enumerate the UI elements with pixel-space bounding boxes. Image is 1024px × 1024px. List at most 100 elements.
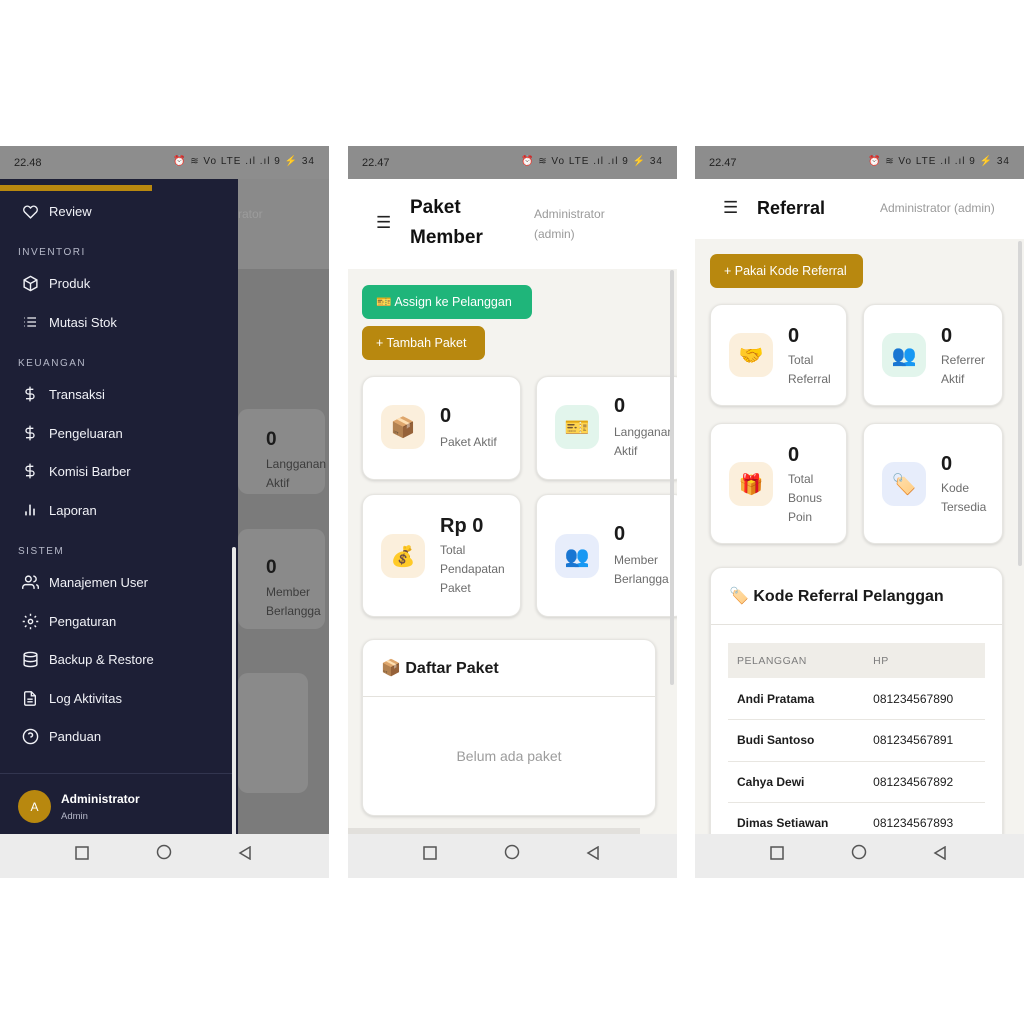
app-header: ☰ Paket Member Administrator (admin): [348, 179, 677, 269]
recents-button[interactable]: [770, 845, 784, 865]
column-header-pelanggan[interactable]: PELANGGAN: [728, 643, 865, 678]
cell-phone: 081234567892: [864, 761, 985, 803]
page-title: Member: [410, 227, 483, 248]
menu-item-pengaturan[interactable]: Pengaturan: [20, 611, 116, 631]
menu-item-label: Komisi Barber: [49, 463, 131, 479]
table-row[interactable]: Cahya Dewi 081234567892: [728, 761, 985, 803]
stat-card-referrer-aktif: 👥 0 Referrer Aktif: [863, 304, 1003, 406]
dimmed-card: [238, 673, 308, 793]
recents-button[interactable]: [75, 845, 89, 865]
menu-icon[interactable]: ☰: [723, 198, 738, 218]
stat-label: Member: [614, 553, 659, 567]
phone-screen-paket-member: 22.47 ⏰ ≋ Vo LTE .ıl .ıl 9 ⚡ 34 ☰ Paket …: [348, 146, 677, 878]
gift-icon: 🎁: [729, 462, 773, 506]
users-icon: 👥: [882, 333, 926, 377]
menu-item-mutasi-stok[interactable]: Mutasi Stok: [20, 312, 117, 332]
menu-item-produk[interactable]: Produk: [20, 273, 90, 293]
stat-label: Langganan: [614, 425, 675, 439]
back-button[interactable]: [238, 845, 252, 865]
dimmed-card-value: 0: [266, 557, 277, 578]
status-bar: 22.47 ⏰ ≋ Vo LTE .ıl .ıl 9 ⚡ 34: [695, 146, 1024, 179]
status-time: 22.47: [362, 157, 390, 169]
menu-item-laporan[interactable]: Laporan: [20, 500, 97, 520]
stat-label: Total: [788, 353, 814, 367]
table-row[interactable]: Budi Santoso 081234567891: [728, 719, 985, 762]
stat-value: 0: [788, 325, 800, 347]
dimmed-card-label: Langganan: [266, 457, 327, 471]
menu-item-label: Panduan: [49, 728, 102, 744]
active-item-strip: [0, 179, 152, 191]
section-title: 🏷️ Kode Referral Pelanggan: [729, 588, 944, 605]
menu-item-label: Log Aktivitas: [49, 690, 122, 706]
stat-label: Aktif: [614, 444, 638, 458]
home-button[interactable]: [156, 844, 172, 865]
menu-item-backup-restore[interactable]: Backup & Restore: [20, 649, 154, 669]
app-header: ☰ Referral Administrator (admin): [695, 179, 1024, 239]
drawer-divider: [0, 773, 232, 774]
stat-value: Rp 0: [440, 515, 484, 537]
menu-item-review[interactable]: Review: [20, 201, 92, 221]
back-button[interactable]: [933, 845, 947, 865]
menu-item-panduan[interactable]: Panduan: [20, 726, 101, 746]
pakai-kode-referral-button[interactable]: + Pakai Kode Referral: [710, 254, 863, 288]
menu-item-transaksi[interactable]: Transaksi: [20, 384, 105, 404]
table-header-row: PELANGGAN HP: [728, 643, 985, 678]
menu-item-log-aktivitas[interactable]: Log Aktivitas: [20, 688, 122, 708]
stat-card-langganan-aktif: 🎫 0 Langganan Aktif: [536, 376, 677, 480]
back-button[interactable]: [586, 845, 600, 865]
divider: [363, 696, 655, 697]
bar-chart-icon: [20, 500, 40, 520]
phone-screen-referral: 22.47 ⏰ ≋ Vo LTE .ıl .ıl 9 ⚡ 34 ☰ Referr…: [695, 146, 1024, 878]
money-bag-icon: 💰: [381, 534, 425, 578]
phone-screen-sidebar: 22.48 ⏰ ≋ Vo LTE .ıl .ıl 9 ⚡ 34 rator 0 …: [0, 146, 329, 878]
stat-value: 0: [941, 325, 953, 347]
stat-label: Berlangga: [614, 572, 669, 586]
header-user: Administrator (admin): [880, 201, 995, 215]
drawer-scrollbar[interactable]: [232, 547, 236, 843]
table-row[interactable]: Andi Pratama 081234567890: [728, 678, 985, 720]
column-header-hp[interactable]: HP: [864, 643, 985, 678]
assign-pelanggan-button[interactable]: 🎫 Assign ke Pelanggan: [362, 285, 532, 319]
menu-item-pengeluaran[interactable]: Pengeluaran: [20, 423, 123, 443]
menu-item-komisi-barber[interactable]: Komisi Barber: [20, 461, 131, 481]
handshake-icon: 🤝: [729, 333, 773, 377]
menu-item-label: Transaksi: [49, 386, 105, 402]
home-button[interactable]: [504, 844, 520, 865]
system-nav-bar: [0, 834, 329, 878]
stat-label: Kode: [941, 481, 970, 495]
vertical-scrollbar[interactable]: [670, 270, 674, 685]
stat-label: Paket Aktif: [440, 435, 497, 449]
home-button[interactable]: [851, 844, 867, 865]
stat-label: Paket: [440, 581, 471, 595]
tambah-paket-button[interactable]: + Tambah Paket: [362, 326, 485, 360]
system-nav-bar: [348, 834, 677, 878]
recents-button[interactable]: [423, 845, 437, 865]
stat-value: 0: [440, 405, 452, 427]
stat-card-member-berlangganan: 👥 0 Member Berlangga: [536, 494, 677, 617]
stat-value: 0: [941, 453, 953, 475]
vertical-scrollbar[interactable]: [1018, 241, 1022, 566]
stat-value: 0: [788, 444, 800, 466]
menu-item-label: Review: [49, 203, 92, 219]
stat-label: Bonus: [788, 491, 823, 505]
stat-value: 0: [614, 523, 626, 545]
cell-name: Budi Santoso: [728, 719, 865, 762]
avatar[interactable]: A: [18, 790, 51, 823]
status-bar: 22.47 ⏰ ≋ Vo LTE .ıl .ıl 9 ⚡ 34: [348, 146, 677, 179]
stat-label: Poin: [788, 510, 813, 524]
menu-item-manajemen-user[interactable]: Manajemen User: [20, 572, 148, 592]
stat-card-total-pendapatan: 💰 Rp 0 Total Pendapatan Paket: [362, 494, 521, 617]
dimmed-card-label: Berlangga: [266, 604, 321, 618]
list-icon: [20, 312, 40, 332]
dollar-icon: [20, 384, 40, 404]
menu-item-label: Backup & Restore: [49, 651, 154, 667]
cell-phone: 081234567891: [864, 719, 985, 762]
stat-label: Referrer: [941, 353, 986, 367]
dimmed-header: [238, 179, 329, 269]
stat-card-paket-aktif: 📦 0 Paket Aktif: [362, 376, 521, 480]
user-role: Admin: [61, 811, 88, 822]
stat-label: Aktif: [941, 372, 965, 386]
page-title: Referral: [757, 198, 826, 218]
stat-label: Pendapatan: [440, 562, 505, 576]
menu-icon[interactable]: ☰: [376, 213, 391, 233]
